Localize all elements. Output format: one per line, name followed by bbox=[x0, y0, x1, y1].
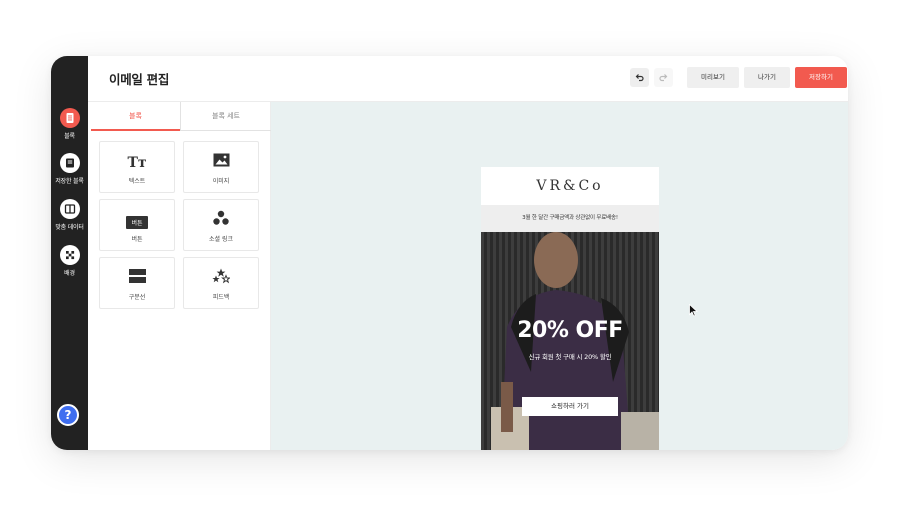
left-rail: 블록 저장한 블록 맞춤 데이터 배경 ? bbox=[51, 56, 88, 450]
block-tile-divider[interactable]: 구분선 bbox=[99, 257, 175, 309]
saved-block-icon bbox=[59, 153, 80, 173]
hero-image-block[interactable]: 20% OFF 신규 회원 첫 구매 시 20% 할인 쇼핑하러 가기 bbox=[481, 232, 659, 450]
brand-logo[interactable]: VR&Co bbox=[481, 167, 659, 205]
page-title: 이메일 편집 bbox=[109, 72, 170, 87]
redo-icon bbox=[659, 74, 668, 82]
blocks-panel: 블록 블록 세트 Tт 텍스트 이미지 버튼 버튼 소셜 링크 구분선 피드백 bbox=[88, 102, 271, 450]
rail-label-saved-blocks: 저장한 블록 bbox=[55, 178, 84, 185]
undo-icon bbox=[635, 74, 644, 82]
preview-button[interactable]: 미리보기 bbox=[687, 67, 739, 88]
rail-item-custom-data[interactable]: 맞춤 데이터 bbox=[51, 199, 88, 231]
image-icon bbox=[184, 152, 258, 168]
hero-subline: 신규 회원 첫 구매 시 20% 할인 bbox=[528, 353, 612, 361]
exit-button[interactable]: 나가기 bbox=[744, 67, 790, 88]
feedback-stars-icon bbox=[184, 268, 258, 284]
block-tile-label: 소셜 링크 bbox=[209, 236, 233, 243]
divider-icon bbox=[100, 268, 174, 284]
custom-data-icon bbox=[59, 199, 80, 219]
save-button[interactable]: 저장하기 bbox=[795, 67, 847, 88]
button-icon: 버튼 bbox=[100, 210, 174, 229]
block-tile-feedback[interactable]: 피드백 bbox=[183, 257, 259, 309]
hero-headline: 20% OFF bbox=[517, 318, 623, 343]
top-bar: 이메일 편집 미리보기 나가기 저장하기 bbox=[88, 56, 848, 102]
block-tile-social-links[interactable]: 소셜 링크 bbox=[183, 199, 259, 251]
rail-item-background[interactable]: 배경 bbox=[51, 245, 88, 277]
block-tile-image[interactable]: 이미지 bbox=[183, 141, 259, 193]
social-links-icon bbox=[184, 210, 258, 226]
redo-button[interactable] bbox=[654, 68, 673, 87]
help-button[interactable]: ? bbox=[57, 404, 79, 426]
block-tile-label: 텍스트 bbox=[128, 178, 146, 185]
tab-block-sets[interactable]: 블록 세트 bbox=[180, 102, 271, 131]
document-icon bbox=[59, 108, 80, 128]
block-tile-label: 피드백 bbox=[212, 294, 230, 301]
editor-window: 블록 저장한 블록 맞춤 데이터 배경 ? 이메일 편집 미리보기 나가기 저장… bbox=[51, 56, 848, 450]
rail-label-blocks: 블록 bbox=[64, 133, 75, 140]
tab-blocks[interactable]: 블록 bbox=[91, 102, 180, 131]
rail-item-blocks[interactable]: 블록 bbox=[51, 108, 88, 140]
email-canvas: VR&Co 3월 한 달간 구매금액과 상관없이 무료배송! 20% OFF 신… bbox=[271, 102, 848, 450]
text-icon: Tт bbox=[127, 155, 147, 171]
block-tile-label: 버튼 bbox=[131, 236, 143, 243]
block-tile-text[interactable]: Tт 텍스트 bbox=[99, 141, 175, 193]
undo-button[interactable] bbox=[630, 68, 649, 87]
block-tile-label: 이미지 bbox=[212, 178, 230, 185]
rail-label-custom-data: 맞춤 데이터 bbox=[55, 224, 84, 231]
block-tile-button[interactable]: 버튼 버튼 bbox=[99, 199, 175, 251]
rail-item-saved-blocks[interactable]: 저장한 블록 bbox=[51, 153, 88, 185]
checker-background-icon bbox=[59, 245, 80, 265]
shipping-notice[interactable]: 3월 한 달간 구매금액과 상관없이 무료배송! bbox=[481, 205, 659, 232]
shop-now-button[interactable]: 쇼핑하러 가기 bbox=[522, 397, 618, 416]
block-tile-label: 구분선 bbox=[128, 294, 146, 301]
mouse-cursor-icon bbox=[689, 304, 698, 317]
rail-label-background: 배경 bbox=[64, 270, 75, 277]
email-preview[interactable]: VR&Co 3월 한 달간 구매금액과 상관없이 무료배송! 20% OFF 신… bbox=[481, 167, 659, 450]
